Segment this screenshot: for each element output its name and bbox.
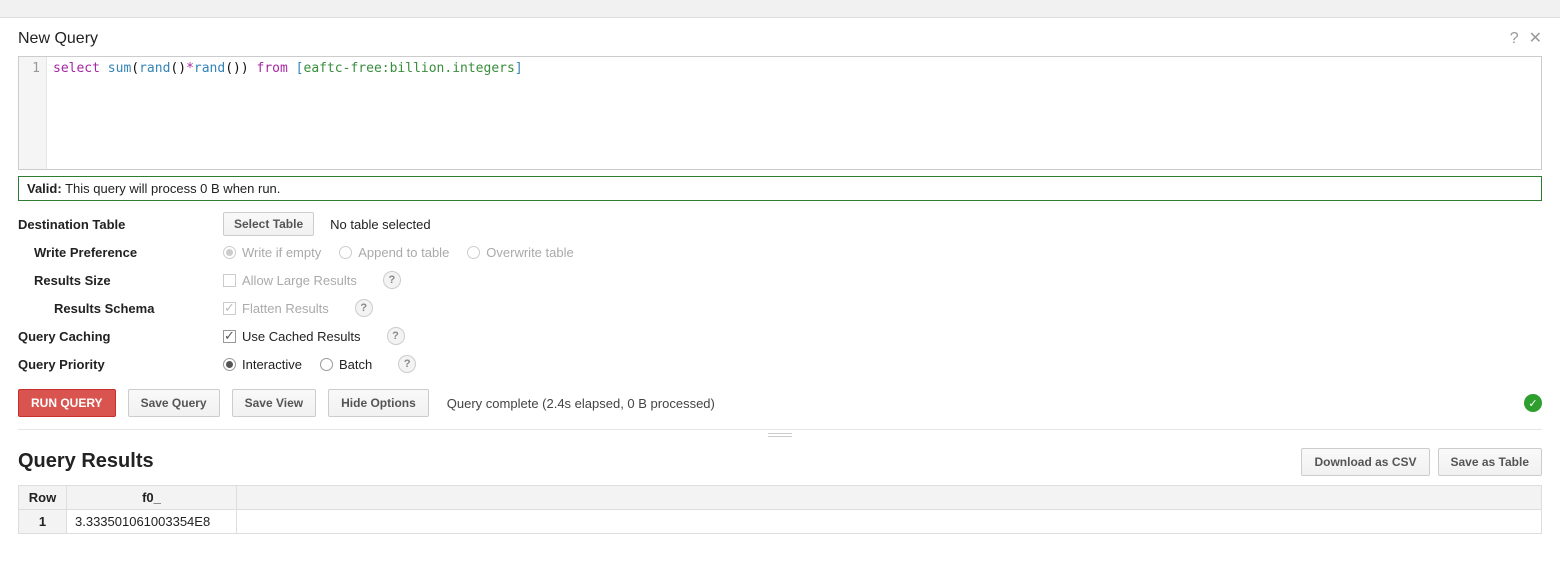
- tok-paren: (: [131, 61, 139, 76]
- validation-message: This query will process 0 B when run.: [65, 181, 280, 196]
- tok-bracket: [: [296, 61, 304, 76]
- tok-operator: *: [186, 61, 194, 76]
- save-as-table-button[interactable]: Save as Table: [1438, 448, 1543, 476]
- results-header: Query Results Download as CSV Save as Ta…: [18, 444, 1542, 479]
- editor-gutter: 1: [19, 57, 47, 169]
- tok-paren: (: [225, 61, 233, 76]
- label-flatten: Flatten Results: [242, 301, 329, 316]
- label-query-caching: Query Caching: [18, 329, 223, 344]
- label-write-if-empty: Write if empty: [242, 245, 321, 260]
- col-header-f0: f0_: [67, 486, 237, 510]
- label-results-schema: Results Schema: [18, 301, 223, 316]
- checkbox-flatten: [223, 302, 236, 315]
- help-icon[interactable]: ?: [1510, 31, 1519, 47]
- row-results-schema: Results Schema Flatten Results ?: [18, 295, 1542, 321]
- tok-function: rand: [139, 61, 170, 76]
- col-header-empty: [237, 486, 1542, 510]
- panel-header: New Query ? ✕: [18, 30, 1542, 48]
- resize-handle[interactable]: [18, 430, 1542, 440]
- tok-keyword: from: [257, 61, 288, 76]
- help-icon[interactable]: ?: [398, 355, 416, 373]
- results-table: Row f0_ 1 3.333501061003354E8: [18, 485, 1542, 534]
- editor-code[interactable]: select sum(rand()*rand()) from [eaftc-fr…: [47, 57, 529, 169]
- checkbox-allow-large: [223, 274, 236, 287]
- download-csv-button[interactable]: Download as CSV: [1301, 448, 1429, 476]
- label-use-cached: Use Cached Results: [242, 329, 361, 344]
- radio-batch[interactable]: [320, 358, 333, 371]
- label-write-preference: Write Preference: [18, 245, 223, 260]
- validation-bar: Valid: This query will process 0 B when …: [18, 176, 1542, 201]
- label-append: Append to table: [358, 245, 449, 260]
- query-panel: New Query ? ✕ 1 select sum(rand()*rand()…: [0, 18, 1560, 578]
- save-query-button[interactable]: Save Query: [128, 389, 220, 417]
- row-query-priority: Query Priority Interactive Batch ?: [18, 351, 1542, 377]
- tok-function: rand: [194, 61, 225, 76]
- tok-keyword: select: [53, 61, 100, 76]
- row-write-preference: Write Preference Write if empty Append t…: [18, 239, 1542, 265]
- status-ok-icon: ✓: [1524, 394, 1542, 412]
- row-results-size: Results Size Allow Large Results ?: [18, 267, 1542, 293]
- table-row: 1 3.333501061003354E8: [19, 510, 1542, 534]
- radio-write-if-empty: [223, 246, 236, 259]
- cell-empty: [237, 510, 1542, 534]
- tok-paren: ): [178, 61, 186, 76]
- help-icon[interactable]: ?: [355, 299, 373, 317]
- label-batch: Batch: [339, 357, 372, 372]
- results-title: Query Results: [18, 450, 1293, 473]
- options-section: Destination Table Select Table No table …: [18, 211, 1542, 377]
- radio-interactive[interactable]: [223, 358, 236, 371]
- col-header-row: Row: [19, 486, 67, 510]
- line-number: 1: [19, 61, 40, 76]
- action-bar: RUN QUERY Save Query Save View Hide Opti…: [18, 389, 1542, 430]
- sql-editor[interactable]: 1 select sum(rand()*rand()) from [eaftc-…: [18, 56, 1542, 170]
- row-query-caching: Query Caching Use Cached Results ?: [18, 323, 1542, 349]
- radio-overwrite: [467, 246, 480, 259]
- tok-paren: ): [233, 61, 241, 76]
- help-icon[interactable]: ?: [383, 271, 401, 289]
- label-results-size: Results Size: [18, 273, 223, 288]
- no-table-selected-text: No table selected: [330, 217, 430, 232]
- row-destination-table: Destination Table Select Table No table …: [18, 211, 1542, 237]
- checkbox-use-cached[interactable]: [223, 330, 236, 343]
- radio-append: [339, 246, 352, 259]
- close-icon[interactable]: ✕: [1529, 31, 1542, 47]
- label-interactive: Interactive: [242, 357, 302, 372]
- tok-table: eaftc-free:billion.integers: [304, 61, 515, 76]
- tok-function: sum: [108, 61, 131, 76]
- table-header-row: Row f0_: [19, 486, 1542, 510]
- header-icons: ? ✕: [1510, 31, 1542, 47]
- query-status-text: Query complete (2.4s elapsed, 0 B proces…: [447, 396, 715, 411]
- label-destination-table: Destination Table: [18, 217, 223, 232]
- validation-prefix: Valid:: [27, 181, 62, 196]
- cell-row-number: 1: [19, 510, 67, 534]
- label-overwrite: Overwrite table: [486, 245, 573, 260]
- label-allow-large: Allow Large Results: [242, 273, 357, 288]
- label-query-priority: Query Priority: [18, 357, 223, 372]
- tok-bracket: ]: [515, 61, 523, 76]
- tok-paren: ): [241, 61, 249, 76]
- select-table-button[interactable]: Select Table: [223, 212, 314, 236]
- hide-options-button[interactable]: Hide Options: [328, 389, 429, 417]
- run-query-button[interactable]: RUN QUERY: [18, 389, 116, 417]
- cell-f0: 3.333501061003354E8: [67, 510, 237, 534]
- top-bar: [0, 0, 1560, 18]
- page-title: New Query: [18, 30, 1510, 48]
- grip-icon: [768, 433, 792, 437]
- help-icon[interactable]: ?: [387, 327, 405, 345]
- save-view-button[interactable]: Save View: [232, 389, 317, 417]
